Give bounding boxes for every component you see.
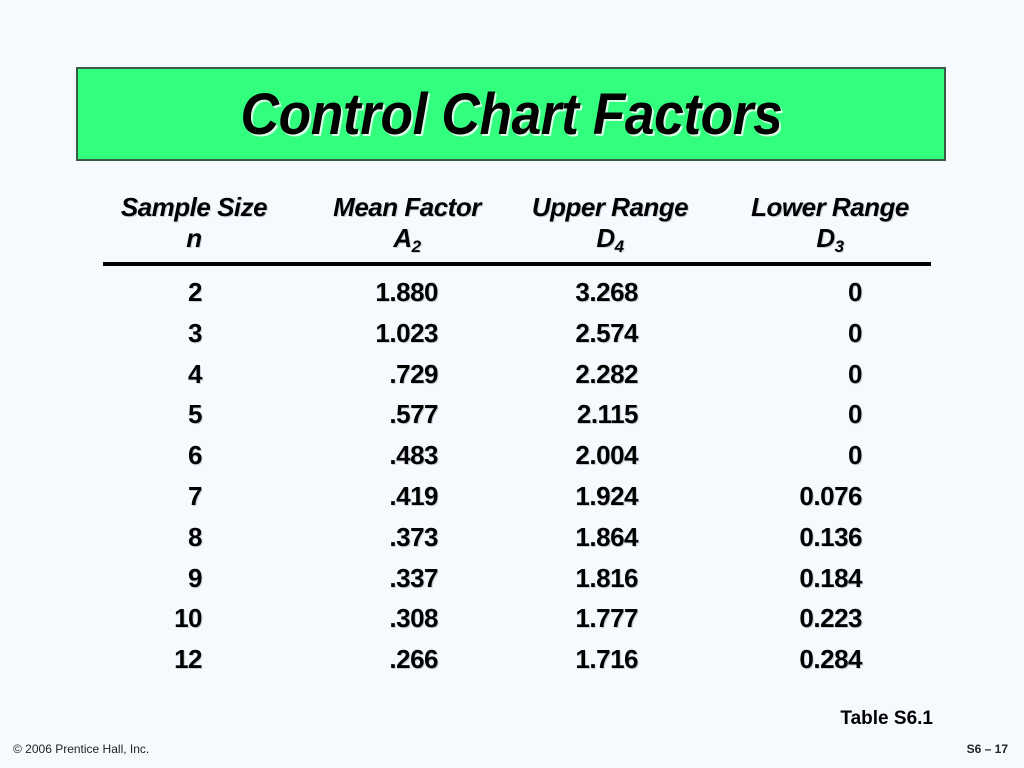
cell-d4: 1.924 (575, 481, 638, 511)
cell-d4: 2.004 (575, 440, 638, 471)
cell-n: 8 (188, 521, 202, 552)
cell-d3: 0 (848, 440, 862, 471)
cell-n: 7 (188, 481, 202, 511)
symbol-subscript: 3 (834, 237, 844, 256)
header-label: Sample Size (120, 192, 268, 222)
table-row: 7 .419 1.924 0.076 (0, 476, 1024, 517)
cell-a2: 1.023 (375, 317, 438, 348)
cell-d3: 0.076 (799, 481, 862, 511)
cell-a2: 1.880 (375, 277, 438, 307)
symbol-text: n (186, 223, 202, 253)
cell-a2: .419 (389, 481, 438, 511)
table-row: 6 .483 2.004 0 (0, 435, 1024, 476)
table-caption: Table S6.1 (840, 708, 933, 729)
header-sample-size: Sample Size n (100, 192, 288, 262)
cell-d3: 0.184 (799, 562, 862, 593)
cell-a2: .729 (389, 358, 438, 389)
symbol-text: D (816, 223, 835, 253)
table-row: 2 1.880 3.268 0 (0, 272, 1024, 313)
header-upper-range: Upper Range D4 (512, 192, 708, 262)
symbol-text: D (596, 223, 615, 253)
table-row: 3 1.023 2.574 0 (0, 313, 1024, 354)
table-row: 8 .373 1.864 0.136 (0, 517, 1024, 558)
header-label: Mean Factor (333, 192, 481, 222)
cell-n: 12 (174, 644, 202, 675)
cell-n: 5 (188, 399, 202, 430)
header-divider (103, 262, 931, 266)
table-row: 12 .266 1.716 0.284 (0, 639, 1024, 680)
cell-d4: 1.816 (575, 562, 638, 593)
cell-d3: 0.223 (799, 603, 862, 634)
header-symbol: D4 (512, 223, 708, 262)
copyright-footer: © 2006 Prentice Hall, Inc. (13, 742, 150, 756)
cell-a2: .373 (389, 521, 438, 552)
cell-a2: .266 (389, 644, 438, 675)
header-lower-range: Lower Range D3 (728, 192, 932, 262)
cell-d3: 0 (848, 399, 862, 430)
title-banner: Control Chart Factors (76, 67, 946, 161)
cell-d3: 0 (848, 358, 862, 389)
table-row: 10 .308 1.777 0.223 (0, 598, 1024, 639)
cell-n: 6 (188, 440, 202, 471)
cell-a2: .577 (389, 399, 438, 430)
cell-d3: 0.136 (799, 521, 862, 552)
symbol-subscript: 4 (614, 237, 624, 256)
header-label: Upper Range (531, 192, 689, 222)
header-symbol: A2 (312, 223, 502, 262)
cell-d4: 1.777 (575, 603, 638, 634)
cell-a2: .308 (389, 603, 438, 634)
cell-n: 2 (188, 277, 202, 307)
cell-d4: 1.716 (575, 644, 638, 675)
cell-d4: 3.268 (575, 277, 638, 307)
cell-n: 9 (188, 562, 202, 593)
cell-n: 10 (174, 603, 202, 634)
symbol-subscript: 2 (411, 237, 421, 256)
table-row: 4 .729 2.282 0 (0, 354, 1024, 395)
cell-d3: 0 (848, 317, 862, 348)
table-row: 5 .577 2.115 0 (0, 394, 1024, 435)
header-symbol: D3 (728, 223, 932, 262)
cell-d4: 2.574 (575, 317, 638, 348)
cell-d4: 1.864 (575, 521, 638, 552)
page-number: S6 – 17 (966, 742, 1008, 756)
cell-n: 3 (188, 317, 202, 348)
cell-d4: 2.115 (576, 399, 639, 430)
cell-d4: 2.282 (575, 358, 638, 389)
header-label: Lower Range (751, 192, 909, 222)
cell-a2: .483 (389, 440, 438, 471)
header-symbol: n (100, 223, 288, 262)
cell-d3: 0.284 (799, 644, 862, 675)
header-mean-factor: Mean Factor A2 (312, 192, 502, 262)
slide-title: Control Chart Factors (240, 81, 782, 147)
table-row: 9 .337 1.816 0.184 (0, 558, 1024, 599)
cell-a2: .337 (389, 562, 438, 593)
symbol-text: A (393, 223, 412, 253)
cell-d3: 0 (848, 277, 862, 307)
cell-n: 4 (188, 358, 202, 389)
